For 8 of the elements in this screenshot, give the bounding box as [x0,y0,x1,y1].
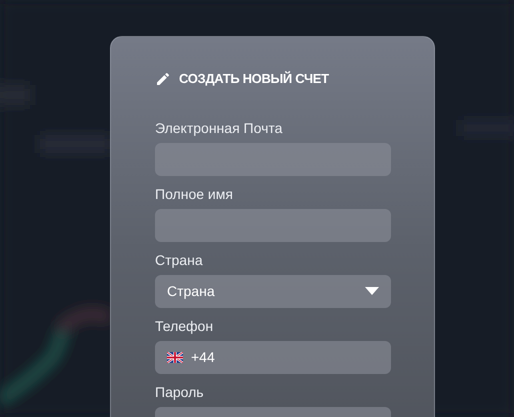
form-title: СОЗДАТЬ НОВЫЙ СЧЕТ [179,70,329,88]
field-label: Полное имя [155,184,234,202]
field-label: Пароль [155,382,205,400]
country-select[interactable]: Страна [155,274,391,308]
field-label: Страна [155,250,204,268]
field-label: Электронная Почта [155,118,284,136]
field-label: Телефон [155,316,214,334]
phone-field[interactable]: +44 [155,340,391,374]
